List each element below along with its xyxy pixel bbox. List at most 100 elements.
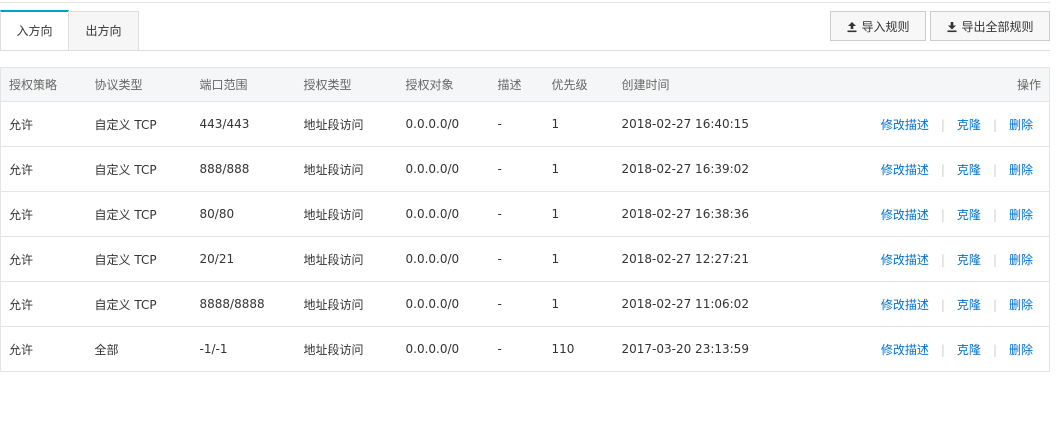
- clone-link[interactable]: 克隆: [957, 118, 981, 132]
- cell-policy: 允许: [0, 236, 87, 282]
- cell-auth-object: 0.0.0.0/0: [397, 191, 490, 237]
- cell-policy: 允许: [0, 101, 87, 147]
- cell-protocol: 自定义 TCP: [86, 281, 192, 327]
- top-divider: [0, 2, 1050, 3]
- action-separator: |: [940, 252, 945, 267]
- cell-protocol: 自定义 TCP: [86, 146, 192, 192]
- import-rules-label: 导入规则: [861, 20, 910, 34]
- action-separator: |: [992, 342, 997, 357]
- delete-link[interactable]: 删除: [1009, 208, 1033, 222]
- clone-link[interactable]: 克隆: [957, 163, 981, 177]
- cell-auth-type: 地址段访问: [295, 101, 398, 147]
- cell-policy: 允许: [0, 281, 87, 327]
- col-actions: 操作: [793, 67, 1050, 102]
- cell-auth-object: 0.0.0.0/0: [397, 326, 490, 372]
- cell-ports: 8888/8888: [191, 281, 296, 327]
- cell-policy: 允许: [0, 191, 87, 237]
- cell-created-time: 2017-03-20 23:13:59: [613, 326, 794, 372]
- table-row: 允许 自定义 TCP 888/888 地址段访问 0.0.0.0/0 - 1 2…: [0, 146, 1050, 192]
- cell-auth-type: 地址段访问: [295, 236, 398, 282]
- col-ports: 端口范围: [191, 67, 296, 102]
- clone-link[interactable]: 克隆: [957, 208, 981, 222]
- cell-ports: 80/80: [191, 191, 296, 237]
- cell-description: -: [489, 146, 544, 192]
- delete-link[interactable]: 删除: [1009, 298, 1033, 312]
- clone-link[interactable]: 克隆: [957, 298, 981, 312]
- cell-auth-object: 0.0.0.0/0: [397, 236, 490, 282]
- cell-priority: 110: [543, 326, 614, 372]
- col-priority: 优先级: [543, 67, 614, 102]
- cell-actions: 修改描述 | 克隆 | 删除: [793, 281, 1050, 327]
- cell-protocol: 全部: [86, 326, 192, 372]
- cell-actions: 修改描述 | 克隆 | 删除: [793, 191, 1050, 237]
- cell-protocol: 自定义 TCP: [86, 191, 192, 237]
- col-auth-object: 授权对象: [397, 67, 490, 102]
- cell-actions: 修改描述 | 克隆 | 删除: [793, 101, 1050, 147]
- export-all-rules-label: 导出全部规则: [961, 20, 1034, 34]
- cell-priority: 1: [543, 236, 614, 282]
- cell-protocol: 自定义 TCP: [86, 101, 192, 147]
- tab-bar: 入方向 出方向 导入规则 导出全部规则: [0, 10, 1050, 51]
- cell-auth-object: 0.0.0.0/0: [397, 101, 490, 147]
- security-rules-table: 授权策略 协议类型 端口范围 授权类型 授权对象 描述 优先级 创建时间 操作 …: [0, 67, 1050, 372]
- cell-policy: 允许: [0, 326, 87, 372]
- table-row: 允许 全部 -1/-1 地址段访问 0.0.0.0/0 - 110 2017-0…: [0, 326, 1050, 372]
- cell-ports: 443/443: [191, 101, 296, 147]
- action-separator: |: [940, 297, 945, 312]
- clone-link[interactable]: 克隆: [957, 253, 981, 267]
- cell-priority: 1: [543, 281, 614, 327]
- edit-description-link[interactable]: 修改描述: [881, 163, 929, 177]
- action-separator: |: [992, 162, 997, 177]
- table-row: 允许 自定义 TCP 20/21 地址段访问 0.0.0.0/0 - 1 201…: [0, 236, 1050, 282]
- table-row: 允许 自定义 TCP 8888/8888 地址段访问 0.0.0.0/0 - 1…: [0, 281, 1050, 327]
- edit-description-link[interactable]: 修改描述: [881, 298, 929, 312]
- cell-actions: 修改描述 | 克隆 | 删除: [793, 326, 1050, 372]
- cell-priority: 1: [543, 146, 614, 192]
- cell-ports: 20/21: [191, 236, 296, 282]
- cell-protocol: 自定义 TCP: [86, 236, 192, 282]
- action-separator: |: [992, 297, 997, 312]
- action-separator: |: [992, 252, 997, 267]
- cell-priority: 1: [543, 101, 614, 147]
- table-row: 允许 自定义 TCP 443/443 地址段访问 0.0.0.0/0 - 1 2…: [0, 101, 1050, 147]
- edit-description-link[interactable]: 修改描述: [881, 208, 929, 222]
- cell-policy: 允许: [0, 146, 87, 192]
- cell-auth-type: 地址段访问: [295, 326, 398, 372]
- action-separator: |: [940, 342, 945, 357]
- cell-created-time: 2018-02-27 16:40:15: [613, 101, 794, 147]
- cell-description: -: [489, 236, 544, 282]
- tab-outbound[interactable]: 出方向: [68, 11, 139, 50]
- delete-link[interactable]: 删除: [1009, 118, 1033, 132]
- delete-link[interactable]: 删除: [1009, 163, 1033, 177]
- clone-link[interactable]: 克隆: [957, 343, 981, 357]
- col-policy: 授权策略: [0, 67, 87, 102]
- cell-created-time: 2018-02-27 12:27:21: [613, 236, 794, 282]
- col-protocol: 协议类型: [86, 67, 192, 102]
- edit-description-link[interactable]: 修改描述: [881, 343, 929, 357]
- import-rules-button[interactable]: 导入规则: [830, 11, 926, 41]
- table-header-row: 授权策略 协议类型 端口范围 授权类型 授权对象 描述 优先级 创建时间 操作: [0, 67, 1050, 102]
- cell-description: -: [489, 326, 544, 372]
- table-row: 允许 自定义 TCP 80/80 地址段访问 0.0.0.0/0 - 1 201…: [0, 191, 1050, 237]
- delete-link[interactable]: 删除: [1009, 343, 1033, 357]
- cell-created-time: 2018-02-27 11:06:02: [613, 281, 794, 327]
- action-separator: |: [992, 117, 997, 132]
- cell-ports: -1/-1: [191, 326, 296, 372]
- export-all-rules-button[interactable]: 导出全部规则: [930, 11, 1050, 41]
- cell-description: -: [489, 281, 544, 327]
- edit-description-link[interactable]: 修改描述: [881, 118, 929, 132]
- cell-auth-object: 0.0.0.0/0: [397, 281, 490, 327]
- cell-auth-type: 地址段访问: [295, 191, 398, 237]
- upload-icon: [847, 22, 857, 33]
- cell-priority: 1: [543, 191, 614, 237]
- action-separator: |: [940, 162, 945, 177]
- action-separator: |: [992, 207, 997, 222]
- cell-auth-object: 0.0.0.0/0: [397, 146, 490, 192]
- cell-description: -: [489, 191, 544, 237]
- tab-inbound[interactable]: 入方向: [0, 10, 69, 50]
- edit-description-link[interactable]: 修改描述: [881, 253, 929, 267]
- cell-created-time: 2018-02-27 16:38:36: [613, 191, 794, 237]
- delete-link[interactable]: 删除: [1009, 253, 1033, 267]
- cell-auth-type: 地址段访问: [295, 146, 398, 192]
- cell-created-time: 2018-02-27 16:39:02: [613, 146, 794, 192]
